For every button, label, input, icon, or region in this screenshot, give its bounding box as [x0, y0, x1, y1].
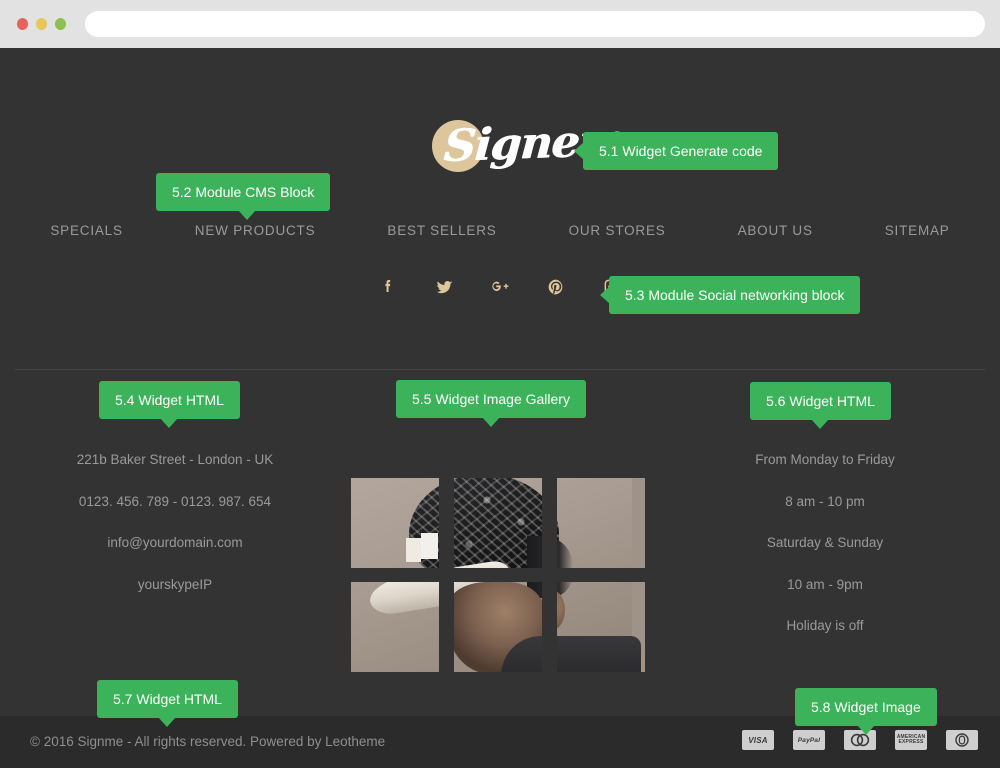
contact-email[interactable]: info@yourdomain.com — [20, 534, 330, 552]
paypal-icon: PayPal — [793, 730, 825, 750]
nav-link-specials[interactable]: SPECIALS — [14, 223, 158, 238]
hours-line-5: Holiday is off — [786, 618, 864, 634]
nav-link-our-stores[interactable]: OUR STORES — [533, 223, 702, 238]
visa-icon: VISA — [742, 730, 774, 750]
footer-nav: SPECIALS NEW PRODUCTS BEST SELLERS OUR S… — [0, 223, 1000, 238]
hours-line-4: 10 am - 9pm — [787, 576, 863, 592]
browser-chrome — [0, 0, 1000, 48]
copyright-text: © 2016 Signme - All rights reserved. Pow… — [30, 734, 386, 749]
google-plus-icon[interactable] — [489, 276, 511, 298]
gallery-tile[interactable] — [557, 582, 645, 672]
callout-5-3: 5.3 Module Social networking block — [599, 276, 861, 314]
window-controls — [17, 18, 66, 30]
hours-line-1: From Monday to Friday — [755, 452, 895, 467]
callout-5-5: 5.5 Widget Image Gallery — [396, 380, 586, 427]
gallery-photo-slice — [557, 478, 632, 568]
gallery-photo-slice — [454, 478, 542, 568]
image-gallery — [351, 478, 649, 674]
gallery-photo-slice — [351, 478, 439, 568]
callout-5-1: 5.1 Widget Generate code — [573, 132, 779, 170]
contact-phone: 0123. 456. 789 - 0123. 987. 654 — [78, 493, 272, 509]
address-bar-input[interactable] — [85, 11, 985, 37]
gallery-tile[interactable] — [351, 478, 439, 568]
contact-skype: yourskypeIP — [137, 576, 213, 592]
callout-5-2: 5.2 Module CMS Block — [156, 173, 331, 220]
site-logo[interactable]: Signem — [430, 108, 626, 208]
gallery-tile[interactable] — [351, 582, 439, 672]
nav-link-best-sellers[interactable]: BEST SELLERS — [351, 223, 532, 238]
gallery-photo-slice — [351, 582, 439, 672]
footer-columns: 221b Baker Street - London - UK 0123. 45… — [0, 393, 1000, 683]
close-window-button[interactable] — [17, 18, 28, 30]
callout-5-6: 5.6 Widget HTML — [750, 382, 891, 429]
gallery-photo-slice — [557, 582, 641, 672]
nav-link-new-products[interactable]: NEW PRODUCTS — [159, 223, 352, 238]
screenshot-root: Signem SPECIALS NEW PRODUCTS BEST SELLER… — [0, 0, 1000, 768]
pinterest-icon[interactable] — [545, 276, 567, 298]
gallery-tile[interactable] — [557, 478, 645, 568]
facebook-icon[interactable] — [377, 276, 399, 298]
gallery-photo-slice — [454, 582, 542, 672]
nav-link-about-us[interactable]: ABOUT US — [702, 223, 849, 238]
nav-link-sitemap[interactable]: SITEMAP — [849, 223, 986, 238]
gallery-tile[interactable] — [454, 582, 542, 672]
hours-line-3: Saturday & Sunday — [766, 535, 884, 551]
callout-5-7: 5.7 Widget HTML — [97, 680, 238, 727]
callout-5-8: 5.8 Widget Image — [795, 688, 937, 735]
twitter-icon[interactable] — [433, 276, 455, 298]
maximize-window-button[interactable] — [55, 18, 66, 30]
opening-hours-column: From Monday to Friday 8 am - 10 pm Satur… — [670, 393, 980, 659]
hours-line-2: 8 am - 10 pm — [785, 493, 865, 509]
callout-5-4: 5.4 Widget HTML — [99, 381, 240, 428]
logo-area: Signem — [0, 108, 1000, 213]
contact-address: 221b Baker Street - London - UK — [76, 452, 274, 467]
amex-icon: AMERICAN EXPRESS — [895, 730, 927, 750]
diners-club-icon — [946, 730, 978, 750]
section-divider — [15, 369, 985, 370]
gallery-tile[interactable] — [454, 478, 542, 568]
minimize-window-button[interactable] — [36, 18, 47, 30]
